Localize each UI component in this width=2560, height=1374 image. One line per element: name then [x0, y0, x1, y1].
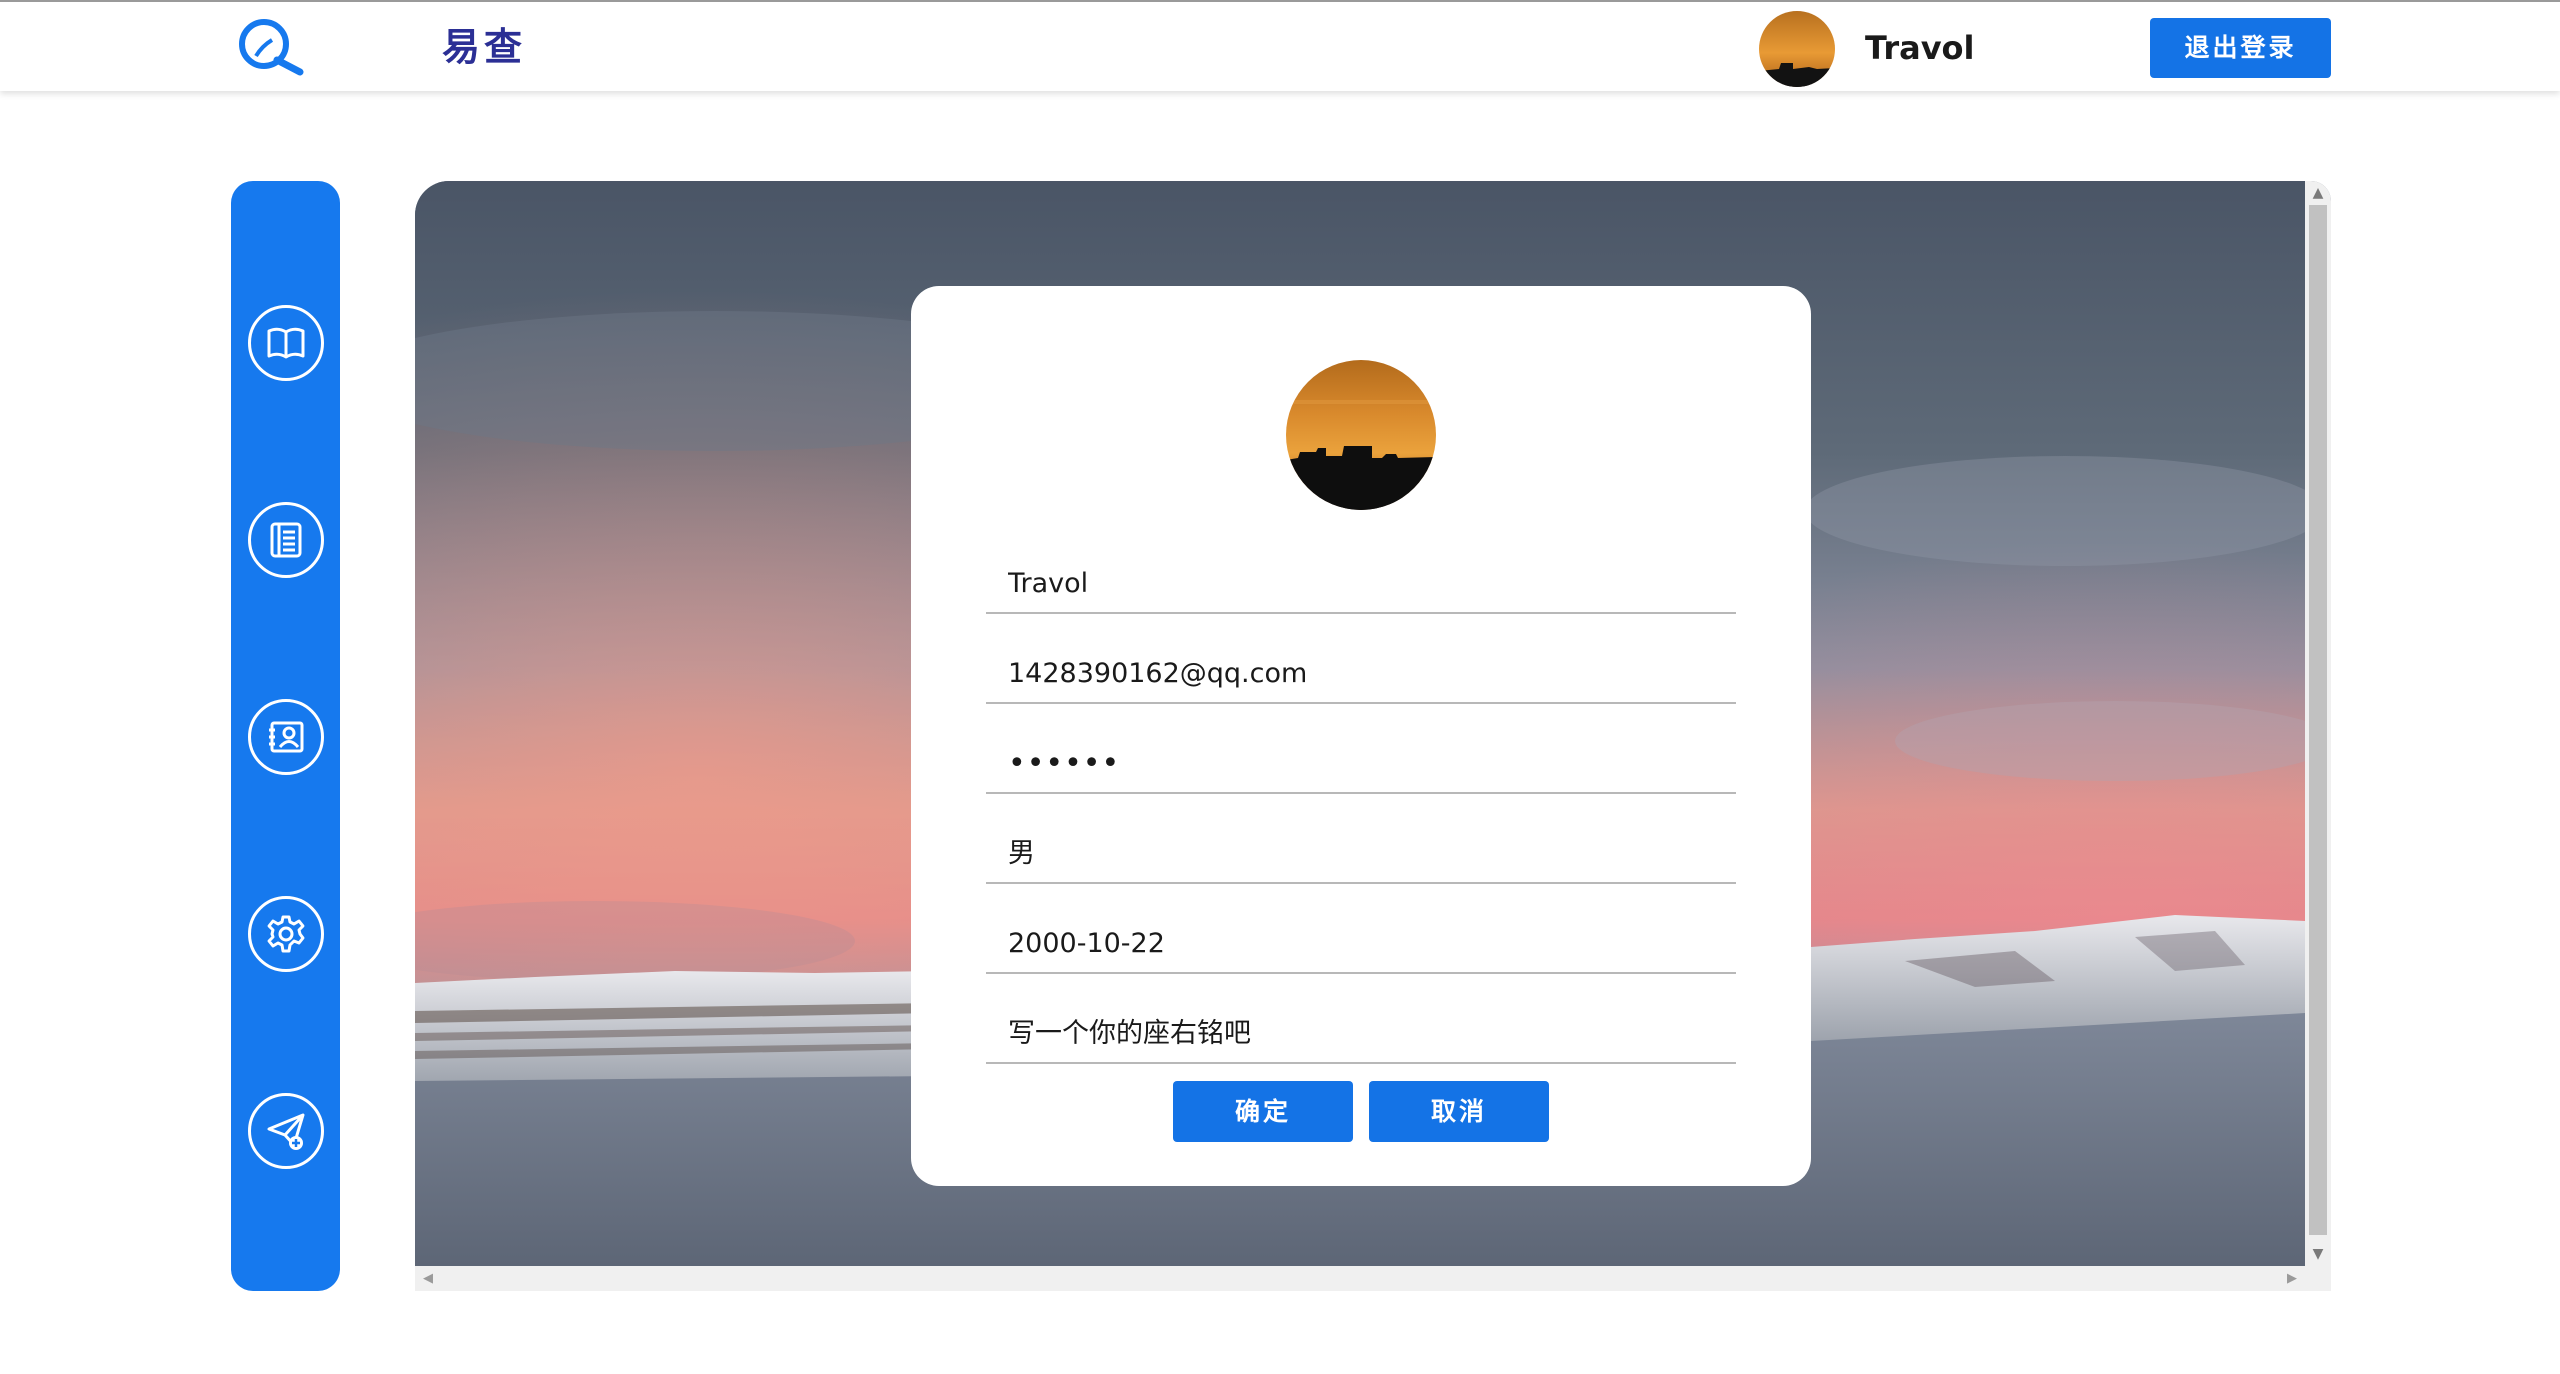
- password-input[interactable]: [986, 746, 1736, 782]
- confirm-button[interactable]: 确定: [1173, 1081, 1353, 1142]
- search-logo-icon[interactable]: [232, 16, 306, 76]
- sidebar-item-book[interactable]: [248, 305, 324, 381]
- birthday-field[interactable]: [986, 912, 1736, 974]
- book-icon: [267, 327, 305, 359]
- header-username: Travol: [1865, 29, 1975, 67]
- list-icon: [270, 522, 302, 558]
- username-input[interactable]: [986, 566, 1736, 602]
- sidebar-item-publish[interactable]: [248, 1093, 324, 1169]
- sidebar-item-list[interactable]: [248, 502, 324, 578]
- username-field[interactable]: [986, 552, 1736, 614]
- gender-field[interactable]: [986, 822, 1736, 884]
- scroll-up-arrow-icon[interactable]: ▲: [2305, 183, 2331, 203]
- sidebar-item-contacts[interactable]: [248, 699, 324, 775]
- app-title: 易查: [442, 25, 527, 69]
- sidebar: [231, 181, 340, 1291]
- send-plane-icon: [267, 1113, 305, 1150]
- top-header: 易查 Travol 退出登录: [0, 0, 2560, 91]
- profile-edit-card: 确定 取消: [911, 286, 1811, 1186]
- user-avatar[interactable]: [1759, 11, 1835, 87]
- motto-input[interactable]: [986, 1016, 1736, 1052]
- profile-avatar[interactable]: [1286, 360, 1436, 510]
- sidebar-item-settings[interactable]: [248, 896, 324, 972]
- horizontal-scrollbar[interactable]: ◀ ▶: [415, 1266, 2331, 1291]
- birthday-input[interactable]: [986, 926, 1736, 962]
- password-field[interactable]: [986, 732, 1736, 794]
- email-field[interactable]: [986, 642, 1736, 704]
- contact-card-icon: [269, 721, 304, 753]
- email-input[interactable]: [986, 656, 1736, 692]
- scroll-right-arrow-icon[interactable]: ▶: [2281, 1266, 2303, 1291]
- scroll-left-arrow-icon[interactable]: ◀: [417, 1266, 439, 1291]
- motto-field[interactable]: [986, 1002, 1736, 1064]
- vertical-scrollbar[interactable]: ▲ ▼: [2305, 181, 2331, 1266]
- vertical-scrollbar-thumb[interactable]: [2309, 205, 2327, 1235]
- gender-input[interactable]: [986, 836, 1736, 872]
- gear-icon: [267, 915, 305, 953]
- scroll-down-arrow-icon[interactable]: ▼: [2305, 1244, 2331, 1264]
- cancel-button[interactable]: 取消: [1369, 1081, 1549, 1142]
- logout-button[interactable]: 退出登录: [2150, 18, 2331, 78]
